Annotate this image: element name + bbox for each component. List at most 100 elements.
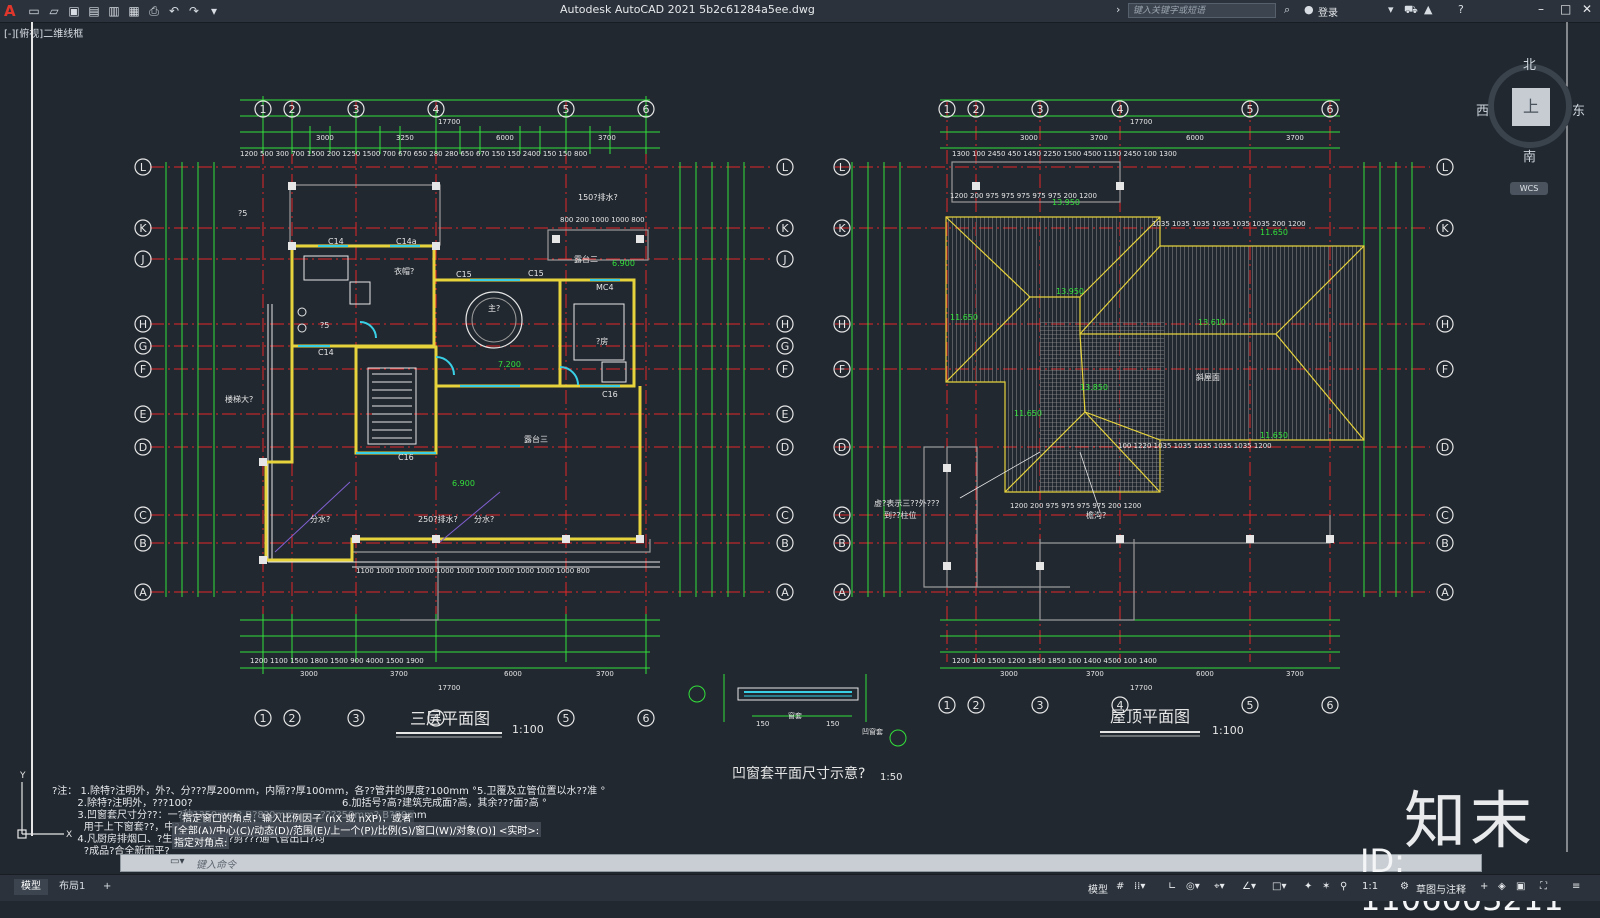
svg-text:MC4: MC4: [596, 283, 614, 292]
search-icon[interactable]: ⌕: [1284, 3, 1290, 17]
command-input[interactable]: [120, 854, 1482, 872]
drawing-canvas[interactable]: 3000 3250 6000 3700 17700 1200 500 300 700…: [0, 22, 1600, 874]
svg-text:150: 150: [826, 720, 839, 728]
command-history-dropdown-icon[interactable]: ▭▾: [170, 856, 184, 867]
axis-label: 5: [1247, 103, 1254, 116]
undo-icon[interactable]: ↶: [166, 3, 182, 19]
compass-north[interactable]: 北: [1523, 54, 1536, 73]
svg-text:C14: C14: [318, 348, 334, 357]
viewcube-top-face[interactable]: 上: [1512, 88, 1550, 126]
tab-model[interactable]: 模型: [14, 879, 48, 895]
svg-text:3000: 3000: [316, 134, 334, 142]
save-icon[interactable]: ▣: [66, 3, 82, 19]
restore-icon[interactable]: □: [1560, 2, 1571, 16]
annotation-visibility-icon[interactable]: ✶: [1322, 881, 1330, 892]
open-icon[interactable]: ▱: [46, 3, 62, 19]
axis-label: F: [782, 363, 788, 376]
svg-text:13.850: 13.850: [1080, 383, 1108, 392]
grid-icon[interactable]: #: [1116, 881, 1124, 892]
dropdown-icon[interactable]: ▾: [1388, 3, 1394, 16]
autocad-logo-icon[interactable]: A: [4, 2, 20, 20]
wcs-menu[interactable]: WCS: [1510, 182, 1548, 195]
axis-label: B: [781, 537, 789, 550]
axis-label: D: [139, 441, 147, 454]
axis-label: B: [1441, 537, 1449, 550]
transparency-icon[interactable]: ✦: [1304, 881, 1312, 892]
svg-text:11.650: 11.650: [950, 313, 978, 322]
viewcube[interactable]: 上 北 南 西 东: [1476, 58, 1585, 165]
axis-label: K: [781, 222, 789, 235]
isolate-icon[interactable]: ◈: [1498, 881, 1506, 892]
svg-text:800 200 1000 1000 800: 800 200 1000 1000 800: [560, 216, 645, 224]
tab-layout1[interactable]: 布局1: [52, 879, 92, 895]
svg-text:1200 100 1500 1200 1850 1850 1: 1200 100 1500 1200 1850 1850 100 1400 45…: [952, 657, 1157, 665]
a360-icon[interactable]: ▲: [1424, 3, 1432, 16]
axis-label: 4: [1117, 103, 1124, 116]
svg-text:C16: C16: [602, 390, 618, 399]
axis-label: G: [781, 340, 790, 353]
compass-south[interactable]: 南: [1523, 146, 1536, 165]
axis-label: E: [140, 408, 147, 421]
plus-icon[interactable]: +: [1480, 881, 1488, 892]
model-space-button[interactable]: 模型: [1088, 881, 1108, 896]
axis-label: L: [1442, 161, 1449, 174]
workspace-gear-icon[interactable]: ⚙: [1400, 881, 1409, 892]
window-title: Autodesk AutoCAD 2021 5b2c61284a5ee.dwg: [560, 3, 815, 16]
saveas-icon[interactable]: ▤: [86, 3, 102, 19]
close-icon[interactable]: ✕: [1582, 2, 1592, 16]
axis-label: 5: [1247, 699, 1254, 712]
svg-text:150?排水?: 150?排水?: [578, 192, 618, 202]
svg-text:3000: 3000: [1020, 134, 1038, 142]
axis-label: 6: [643, 103, 650, 116]
search-arrow-icon[interactable]: ›: [1116, 3, 1120, 16]
cart-icon[interactable]: ⛟: [1404, 3, 1418, 18]
polar-icon[interactable]: ◎▾: [1186, 881, 1200, 892]
svg-text:17700: 17700: [438, 684, 460, 692]
hardware-accel-icon[interactable]: ▣: [1516, 881, 1525, 892]
menu-icon[interactable]: ≡: [1572, 881, 1580, 892]
customize-icon[interactable]: ▾: [206, 3, 222, 19]
svg-text:11.650: 11.650: [1260, 431, 1288, 440]
svg-text:6000: 6000: [1196, 670, 1214, 678]
svg-text:1035 1035 1035 1035 1035 1035: 1035 1035 1035 1035 1035 1035 200 1200: [1152, 220, 1306, 228]
workspace-switch[interactable]: 草图与注释: [1416, 881, 1466, 896]
search-input[interactable]: 键入关键字或短语: [1128, 3, 1276, 18]
minimize-icon[interactable]: –: [1538, 2, 1544, 16]
user-icon[interactable]: ●: [1304, 3, 1314, 16]
axis-label: E: [782, 408, 789, 421]
snap-icon[interactable]: ⁞⁞▾: [1134, 881, 1145, 892]
svg-text:6.900: 6.900: [452, 479, 475, 488]
svg-text:150: 150: [756, 720, 769, 728]
svg-text:11.650: 11.650: [1260, 228, 1288, 237]
compass-west[interactable]: 西: [1476, 100, 1489, 119]
autoscale-icon[interactable]: ⚲: [1340, 881, 1347, 892]
svg-text:6000: 6000: [1186, 134, 1204, 142]
axis-label: 2: [289, 712, 296, 725]
axis-label: A: [781, 586, 789, 599]
login-button[interactable]: 登录: [1318, 4, 1338, 19]
axis-label: 1: [260, 712, 267, 725]
svg-text:3700: 3700: [598, 134, 616, 142]
help-icon[interactable]: ?: [1458, 3, 1464, 16]
svg-text:露台三: 露台三: [524, 434, 548, 444]
svg-text:3700: 3700: [1286, 670, 1304, 678]
lineweight-icon[interactable]: □▾: [1272, 881, 1286, 892]
print-icon[interactable]: ⎙: [146, 3, 162, 19]
plot-icon[interactable]: ▥: [106, 3, 122, 19]
compass-east[interactable]: 东: [1572, 100, 1585, 119]
redo-icon[interactable]: ↷: [186, 3, 202, 19]
svg-text:1200 1100 1500 1800 1500 900 4: 1200 1100 1500 1800 1500 900 4000 1500 1…: [250, 657, 424, 665]
otrack-icon[interactable]: ∠▾: [1242, 881, 1256, 892]
add-layout-button[interactable]: +: [96, 879, 118, 895]
publish-icon[interactable]: ▦: [126, 3, 142, 19]
svg-text:凹窗套: 凹窗套: [862, 727, 883, 736]
ortho-icon[interactable]: ∟: [1168, 881, 1176, 892]
svg-text:17700: 17700: [1130, 118, 1152, 126]
command-prompt: 指定对角点:: [172, 834, 230, 849]
fullscreen-icon[interactable]: ⛶: [1540, 881, 1547, 892]
new-icon[interactable]: ▭: [26, 3, 42, 19]
osnap-icon[interactable]: ⌖▾: [1214, 881, 1225, 892]
annotation-scale[interactable]: 1:1: [1362, 881, 1378, 892]
note-line: 用于上下窗套??，中?: [52, 822, 180, 833]
axis-label: C: [838, 509, 846, 522]
